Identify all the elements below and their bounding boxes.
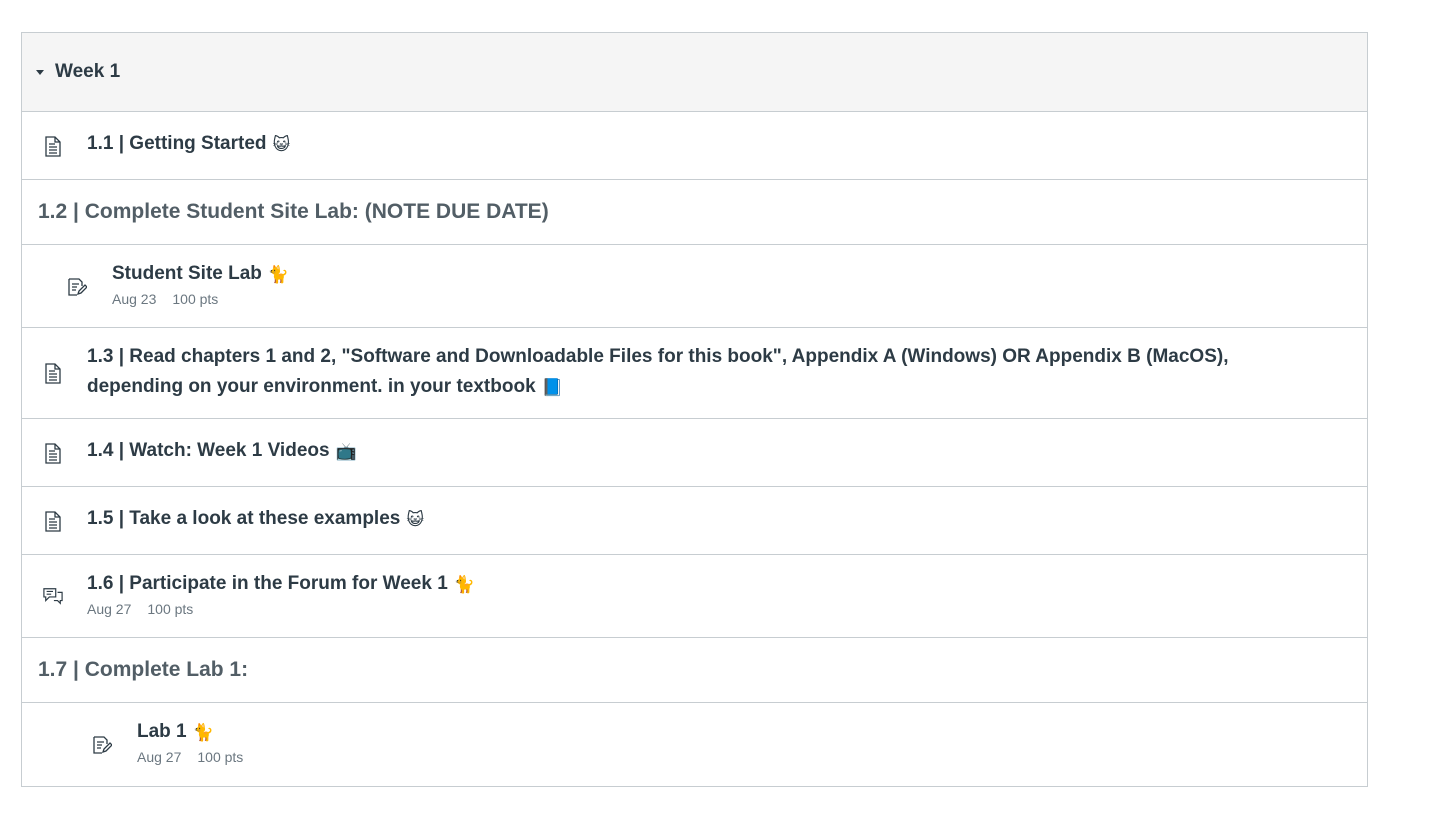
subheader-title: 1.2 | Complete Student Site Lab: (NOTE D… (38, 200, 549, 223)
discussion-icon (43, 585, 63, 607)
due-date: Aug 27 (87, 601, 132, 617)
module-item-1-5[interactable]: 1.5 | Take a look at these examples 😺 (22, 487, 1367, 555)
text-header-1-7: 1.7 | Complete Lab 1: (22, 638, 1367, 703)
module-item-lab-1[interactable]: Lab 1 🐈 Aug 27 100 pts (22, 703, 1367, 786)
module-item-1-1[interactable]: 1.1 | Getting Started 😺 (22, 112, 1367, 180)
cat-emoji: 🐈 (192, 723, 214, 742)
module-item-title[interactable]: 1.4 | Watch: Week 1 Videos (87, 440, 330, 461)
module-item-title[interactable]: 1.1 | Getting Started (87, 133, 267, 154)
due-date: Aug 27 (137, 749, 182, 765)
points: 100 pts (197, 749, 244, 765)
module-title: Week 1 (55, 61, 121, 82)
module-item-title[interactable]: Student Site Lab (112, 263, 262, 284)
module-item-title[interactable]: 1.3 | Read chapters 1 and 2, "Software a… (87, 346, 1229, 397)
caret-down-icon[interactable] (36, 70, 44, 75)
television-emoji: 📺 (335, 442, 357, 461)
page-icon (43, 510, 63, 532)
due-date: Aug 23 (112, 291, 157, 307)
cat-emoji: 🐈 (453, 575, 475, 594)
module-item-title[interactable]: 1.5 | Take a look at these examples (87, 508, 400, 529)
module-week-1: Week 1 1.1 | Getting Started 😺 1.2 | Comp… (21, 32, 1368, 787)
blue-book-emoji: 📘 (541, 378, 563, 397)
points: 100 pts (147, 601, 194, 617)
assignment-icon (92, 734, 112, 756)
smiling-cat-emoji: 😺 (406, 510, 425, 529)
assignment-icon (67, 276, 87, 298)
module-item-title[interactable]: Lab 1 (137, 721, 187, 742)
smiling-cat-emoji: 😺 (272, 135, 291, 154)
page-icon (43, 442, 63, 464)
module-item-1-4[interactable]: 1.4 | Watch: Week 1 Videos 📺 (22, 419, 1367, 487)
text-header-1-2: 1.2 | Complete Student Site Lab: (NOTE D… (22, 180, 1367, 245)
points: 100 pts (172, 291, 219, 307)
page-icon (43, 135, 63, 157)
module-item-1-3[interactable]: 1.3 | Read chapters 1 and 2, "Software a… (22, 328, 1367, 419)
module-header[interactable]: Week 1 (22, 33, 1367, 112)
subheader-title: 1.7 | Complete Lab 1: (38, 658, 249, 681)
module-item-student-site-lab[interactable]: Student Site Lab 🐈 Aug 23 100 pts (22, 245, 1367, 328)
page-icon (43, 362, 63, 384)
cat-emoji: 🐈 (267, 265, 290, 284)
module-item-1-6[interactable]: 1.6 | Participate in the Forum for Week … (22, 555, 1367, 638)
module-item-title[interactable]: 1.6 | Participate in the Forum for Week … (87, 573, 448, 594)
